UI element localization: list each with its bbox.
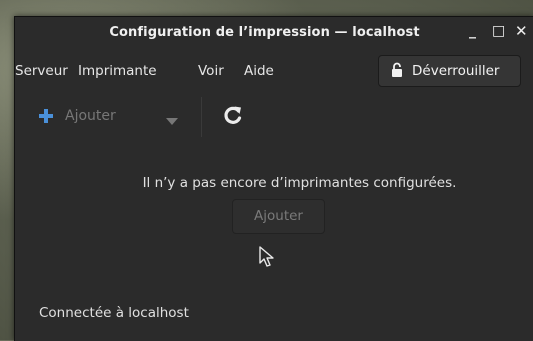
close-button[interactable]: ✕ xyxy=(515,22,528,40)
add-printer-toolbar-label[interactable]: Ajouter xyxy=(65,108,116,124)
dropdown-arrow-icon[interactable] xyxy=(166,111,178,130)
status-text: Connectée à localhost xyxy=(39,305,189,321)
empty-printers-message: Il n’y a pas encore d’imprimantes config… xyxy=(142,175,457,191)
toolbar: Ajouter xyxy=(15,95,533,139)
menu-serveur[interactable]: Serveur xyxy=(15,63,68,79)
menu-voir[interactable]: Voir xyxy=(198,63,224,79)
titlebar[interactable]: Configuration de l’impression — localhos… xyxy=(15,17,533,47)
menu-aide[interactable]: Aide xyxy=(244,63,274,79)
unlock-button-label: Déverrouiller xyxy=(412,63,500,79)
toolbar-separator xyxy=(201,97,202,137)
menu-imprimante[interactable]: Imprimante xyxy=(78,63,157,79)
print-settings-window: Configuration de l’impression — localhos… xyxy=(14,16,533,341)
unlock-button[interactable]: Déverrouiller xyxy=(378,55,521,87)
minimize-button[interactable]: _ xyxy=(469,23,476,39)
window-title: Configuration de l’impression — localhos… xyxy=(109,25,420,40)
maximize-button[interactable]: □ xyxy=(492,23,505,39)
lock-icon xyxy=(391,62,403,82)
refresh-icon[interactable] xyxy=(223,105,243,129)
plus-icon[interactable] xyxy=(39,107,53,128)
add-printer-button[interactable]: Ajouter xyxy=(232,199,325,234)
mouse-cursor-icon xyxy=(259,246,275,272)
